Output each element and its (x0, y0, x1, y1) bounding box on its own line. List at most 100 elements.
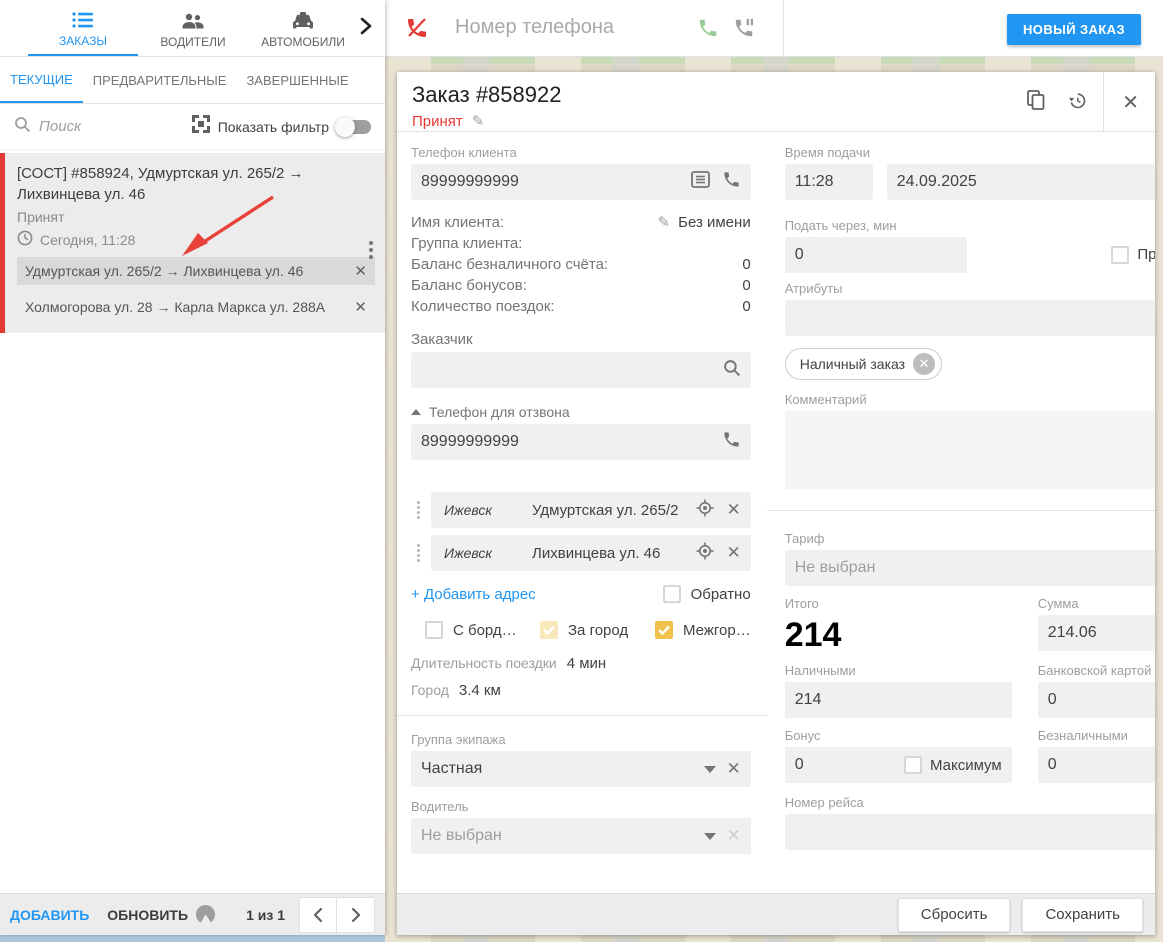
flight-number-label: Номер рейса (785, 795, 1155, 810)
sum-input[interactable] (1048, 624, 1155, 642)
prev-page-button[interactable] (299, 897, 337, 933)
missed-call-icon[interactable] (405, 16, 429, 45)
callback-phone-field[interactable] (411, 424, 751, 460)
comment-textarea[interactable] (785, 411, 1155, 489)
subtab-preliminary[interactable]: ПРЕДВАРИТЕЛЬНЫЕ (83, 57, 237, 103)
callback-call-icon[interactable] (722, 430, 741, 454)
tab-drivers[interactable]: ВОДИТЕЛИ (138, 0, 248, 56)
card-input[interactable] (1048, 691, 1155, 709)
collapse-icon[interactable] (411, 409, 421, 415)
attributes-select[interactable] (785, 300, 1155, 336)
refresh-button[interactable]: ОБНОВИТЬ (107, 907, 188, 923)
reset-button[interactable]: Сбросить (898, 898, 1011, 932)
call-hold-icon[interactable] (733, 17, 755, 44)
flight-number-field[interactable] (785, 814, 1155, 850)
clear-driver-icon[interactable]: ✕ (726, 826, 740, 846)
next-page-button[interactable] (337, 897, 375, 933)
tab-cars[interactable]: АВТОМОБИЛИ (248, 0, 358, 56)
pickup-time-field[interactable] (785, 164, 873, 200)
duration-label: Длительность поездки (411, 655, 557, 671)
save-button[interactable]: Сохранить (1022, 898, 1143, 932)
delay-input[interactable] (795, 246, 957, 264)
delay-field[interactable] (785, 237, 967, 273)
customer-search-icon[interactable] (723, 359, 741, 382)
customer-field[interactable] (411, 352, 751, 388)
remove-attribute-icon[interactable]: ✕ (913, 353, 935, 375)
remove-address-1-icon[interactable]: ✕ (726, 500, 740, 520)
callback-phone-label: Телефон для отзвона (429, 404, 570, 420)
history-icon[interactable] (1067, 90, 1087, 115)
flight-number-input[interactable] (795, 823, 1155, 841)
intercity-checkbox[interactable] (655, 621, 673, 639)
add-order-button[interactable]: ДОБАВИТЬ (10, 907, 89, 923)
edit-name-icon[interactable]: ✎ (658, 212, 671, 233)
order-item-menu-icon[interactable] (369, 241, 373, 262)
driver-select[interactable]: Не выбран ✕ (411, 818, 751, 854)
client-trips-label: Количество поездок: (411, 296, 555, 317)
cash-field[interactable] (785, 682, 1012, 718)
clear-crew-group-icon[interactable]: ✕ (726, 759, 740, 779)
add-address-button[interactable]: + Добавить адрес (411, 586, 536, 603)
contact-list-icon[interactable] (691, 171, 710, 193)
board-checkbox[interactable] (425, 621, 443, 639)
pickup-date-input[interactable] (897, 173, 1155, 191)
new-order-button[interactable]: НОВЫЙ ЗАКАЗ (1007, 14, 1141, 45)
customer-input[interactable] (421, 361, 723, 379)
bonus-field[interactable]: Максимум (785, 747, 1012, 783)
main-tabs: ЗАКАЗЫ ВОДИТЕЛИ АВТОМОБИЛИ (0, 0, 385, 57)
search-input[interactable]: Поиск (39, 118, 81, 135)
outside-city-checkbox[interactable] (540, 621, 558, 639)
address-2-city: Ижевск (444, 545, 532, 561)
remove-address-2-icon[interactable]: ✕ (726, 543, 740, 563)
bonus-max-checkbox[interactable] (904, 756, 922, 774)
outside-city-label: За город (568, 622, 628, 639)
duration-value: 4 мин (567, 655, 607, 672)
pickup-time-input[interactable] (795, 173, 863, 191)
orders-list-icon (72, 11, 94, 32)
call-client-icon[interactable] (722, 170, 741, 194)
subtab-finished[interactable]: ЗАВЕРШЕННЫЕ (236, 57, 358, 103)
order-item-time: Сегодня, 11:28 (40, 232, 135, 248)
address-1-city: Ижевск (444, 502, 532, 518)
route-chip-2[interactable]: Холмогорова ул. 28 → Карла Маркса ул. 28… (17, 293, 375, 321)
card-field[interactable] (1038, 682, 1155, 718)
pickup-date-field[interactable]: ✕ (887, 164, 1155, 200)
order-list-item[interactable]: [СОСТ] #858924, Удмуртская ул. 265/2 → Л… (0, 153, 385, 333)
subtab-current[interactable]: ТЕКУЩИЕ (0, 57, 83, 103)
return-checkbox[interactable] (663, 585, 681, 603)
close-panel-icon[interactable]: ✕ (1122, 90, 1139, 115)
tariff-select[interactable]: Не выбран ✕ (785, 550, 1155, 586)
address-2-street: Лихвинцева ул. 46 (532, 545, 696, 562)
sidebar-footer: ДОБАВИТЬ ОБНОВИТЬ 1 из 1 (0, 893, 385, 935)
address-field-1[interactable]: Ижевск Удмуртская ул. 265/2 ✕ (431, 492, 751, 528)
preliminary-checkbox[interactable] (1111, 246, 1129, 264)
phone-number-input[interactable]: Номер телефона (455, 16, 614, 39)
crew-group-select[interactable]: Частная ✕ (411, 751, 751, 787)
edit-status-icon[interactable]: ✎ (472, 112, 485, 130)
route-chip-1-remove-icon[interactable]: ✕ (348, 262, 367, 280)
expand-tabs-chevron-icon[interactable] (359, 16, 373, 41)
drag-handle-icon[interactable] (411, 544, 425, 562)
cash-input[interactable] (795, 691, 1002, 709)
locate-on-map-icon[interactable] (696, 542, 714, 565)
tab-orders[interactable]: ЗАКАЗЫ (28, 0, 138, 56)
customer-label: Заказчик (411, 331, 751, 348)
card-label: Банковской картой (1038, 663, 1155, 678)
bonus-input[interactable] (795, 756, 904, 774)
address-field-2[interactable]: Ижевск Лихвинцева ул. 46 ✕ (431, 535, 751, 571)
order-form-right-column: Время подачи ✕ Подать чере (767, 132, 1155, 893)
locate-on-map-icon[interactable] (696, 499, 714, 522)
drag-handle-icon[interactable] (411, 501, 425, 519)
callback-phone-input[interactable] (421, 433, 722, 451)
noncash-input[interactable] (1048, 756, 1155, 774)
filter-toggle[interactable] (337, 120, 371, 134)
noncash-field[interactable]: Максимум (1038, 747, 1155, 783)
client-phone-input[interactable] (421, 173, 691, 191)
copy-order-icon[interactable] (1027, 90, 1045, 115)
map-strip (0, 935, 385, 942)
client-phone-field[interactable] (411, 164, 751, 200)
route-chip-1[interactable]: Удмуртская ул. 265/2 → Лихвинцева ул. 46… (17, 257, 375, 285)
route-chip-2-remove-icon[interactable]: ✕ (348, 298, 367, 316)
call-icon[interactable] (697, 17, 719, 44)
sum-field[interactable] (1038, 615, 1155, 651)
